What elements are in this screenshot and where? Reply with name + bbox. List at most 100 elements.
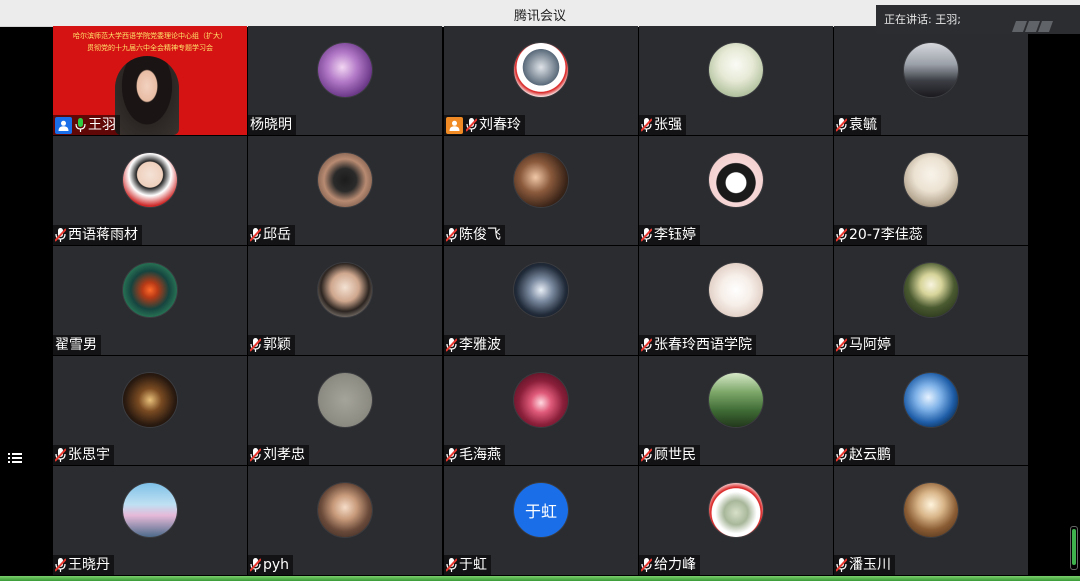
avatar <box>904 483 958 537</box>
signal-icon <box>1011 14 1054 32</box>
participant-name-bar: 张思宇 <box>53 445 114 465</box>
participant-name-bar: 李钰婷 <box>639 225 700 245</box>
mic-muted-icon <box>54 558 67 572</box>
mic-muted-icon <box>640 228 653 242</box>
participant-name-bar: 西语蒋雨材 <box>53 225 142 245</box>
participant-tile[interactable]: 邱岳 <box>248 136 442 245</box>
participant-name-bar: 于虹 <box>444 555 491 575</box>
participant-tile[interactable]: 毛海燕 <box>444 356 638 465</box>
participant-name: 潘玉川 <box>849 557 891 573</box>
avatar <box>709 263 763 317</box>
avatar <box>318 263 372 317</box>
participant-name: pyh <box>263 557 290 573</box>
participant-tile[interactable]: 刘孝忠 <box>248 356 442 465</box>
menu-icon[interactable] <box>0 446 30 470</box>
speaking-indicator: 正在讲话: 王羽; <box>876 5 1080 34</box>
participant-name-bar: 赵云鹏 <box>834 445 895 465</box>
avatar <box>318 43 372 97</box>
avatar <box>904 43 958 97</box>
mic-muted-icon <box>445 448 458 462</box>
video-banner-line: 哈尔滨师范大学西语学院党委理论中心组（扩大） <box>73 32 227 40</box>
avatar <box>514 263 568 317</box>
mic-muted-icon <box>835 448 848 462</box>
user-icon <box>446 116 463 134</box>
participant-tile[interactable]: 李雅波 <box>444 246 638 355</box>
participant-tile[interactable]: 郭颖 <box>248 246 442 355</box>
participant-tile[interactable]: 袁毓 <box>834 26 1028 135</box>
participant-tile[interactable]: 马阿婷 <box>834 246 1028 355</box>
user-icon <box>55 116 72 134</box>
participant-name-bar: 袁毓 <box>834 115 881 135</box>
participant-name-bar: 马阿婷 <box>834 335 895 355</box>
scrollbar[interactable] <box>1070 526 1078 570</box>
participant-name: 顾世民 <box>654 447 696 463</box>
avatar <box>123 483 177 537</box>
video-feed <box>115 56 179 135</box>
mic-muted-icon <box>54 448 67 462</box>
participant-tile[interactable]: 于虹 于虹 <box>444 466 638 575</box>
participant-tile[interactable]: 王晓丹 <box>53 466 247 575</box>
avatar <box>709 43 763 97</box>
mic-muted-icon <box>640 448 653 462</box>
avatar <box>709 373 763 427</box>
avatar <box>123 153 177 207</box>
mic-muted-icon <box>835 338 848 352</box>
participant-name-bar: 毛海燕 <box>444 445 505 465</box>
participant-tile[interactable]: pyh <box>248 466 442 575</box>
participant-name-bar: 刘孝忠 <box>248 445 309 465</box>
participant-name: 翟雪男 <box>55 337 97 353</box>
participant-name-bar: 给力峰 <box>639 555 700 575</box>
participant-name: 王羽 <box>88 117 116 133</box>
speaking-label: 正在讲话: 王羽; <box>884 13 961 26</box>
participant-name-bar: 李雅波 <box>444 335 505 355</box>
participant-tile[interactable]: 杨晓明 <box>248 26 442 135</box>
avatar <box>318 483 372 537</box>
mic-muted-icon <box>465 118 478 132</box>
participant-tile[interactable]: 张春玲西语学院 <box>639 246 833 355</box>
participant-name-bar: 张强 <box>639 115 686 135</box>
mic-muted-icon <box>249 338 262 352</box>
participant-name: 张强 <box>654 117 682 133</box>
participant-tile[interactable]: 潘玉川 <box>834 466 1028 575</box>
avatar <box>709 153 763 207</box>
mic-muted-icon <box>640 558 653 572</box>
avatar <box>514 153 568 207</box>
participant-name: 给力峰 <box>654 557 696 573</box>
participant-tile[interactable]: 李钰婷 <box>639 136 833 245</box>
participant-tile[interactable]: 翟雪男 <box>53 246 247 355</box>
participant-tile[interactable]: 张思宇 <box>53 356 247 465</box>
participant-name: 袁毓 <box>849 117 877 133</box>
participant-tile[interactable]: 给力峰 <box>639 466 833 575</box>
participant-name-bar: 王羽 <box>53 115 120 135</box>
participant-tile[interactable]: 赵云鹏 <box>834 356 1028 465</box>
avatar <box>904 263 958 317</box>
participant-tile[interactable]: 西语蒋雨材 <box>53 136 247 245</box>
video-banner-line: 贯彻党的十九届六中全会精神专题学习会 <box>87 44 213 52</box>
avatar <box>904 373 958 427</box>
participant-tile[interactable]: 20-7李佳蕊 <box>834 136 1028 245</box>
participant-name-bar: 刘春玲 <box>444 115 525 135</box>
mic-muted-icon <box>835 558 848 572</box>
participant-name: 张思宇 <box>68 447 110 463</box>
participant-tile[interactable]: 哈尔滨师范大学西语学院党委理论中心组（扩大） 贯彻党的十九届六中全会精神专题学习会… <box>53 26 247 135</box>
mic-muted-icon <box>835 118 848 132</box>
avatar <box>904 153 958 207</box>
participant-tile[interactable]: 刘春玲 <box>444 26 638 135</box>
participant-name-bar: 杨晓明 <box>248 115 296 135</box>
participant-name-bar: 潘玉川 <box>834 555 895 575</box>
participant-name: 邱岳 <box>263 227 291 243</box>
participant-tile[interactable]: 顾世民 <box>639 356 833 465</box>
avatar <box>123 263 177 317</box>
participant-name-bar: 顾世民 <box>639 445 700 465</box>
mic-muted-icon <box>54 228 67 242</box>
avatar <box>514 373 568 427</box>
participant-name-bar: 张春玲西语学院 <box>639 335 756 355</box>
participant-name: 西语蒋雨材 <box>68 227 138 243</box>
participant-tile[interactable]: 陈俊飞 <box>444 136 638 245</box>
participant-name: 陈俊飞 <box>459 227 501 243</box>
participant-tile[interactable]: 张强 <box>639 26 833 135</box>
participant-name: 杨晓明 <box>250 117 292 133</box>
participant-name: 王晓丹 <box>68 557 110 573</box>
participant-name-bar: 翟雪男 <box>53 335 101 355</box>
participant-name-bar: 20-7李佳蕊 <box>834 225 927 245</box>
